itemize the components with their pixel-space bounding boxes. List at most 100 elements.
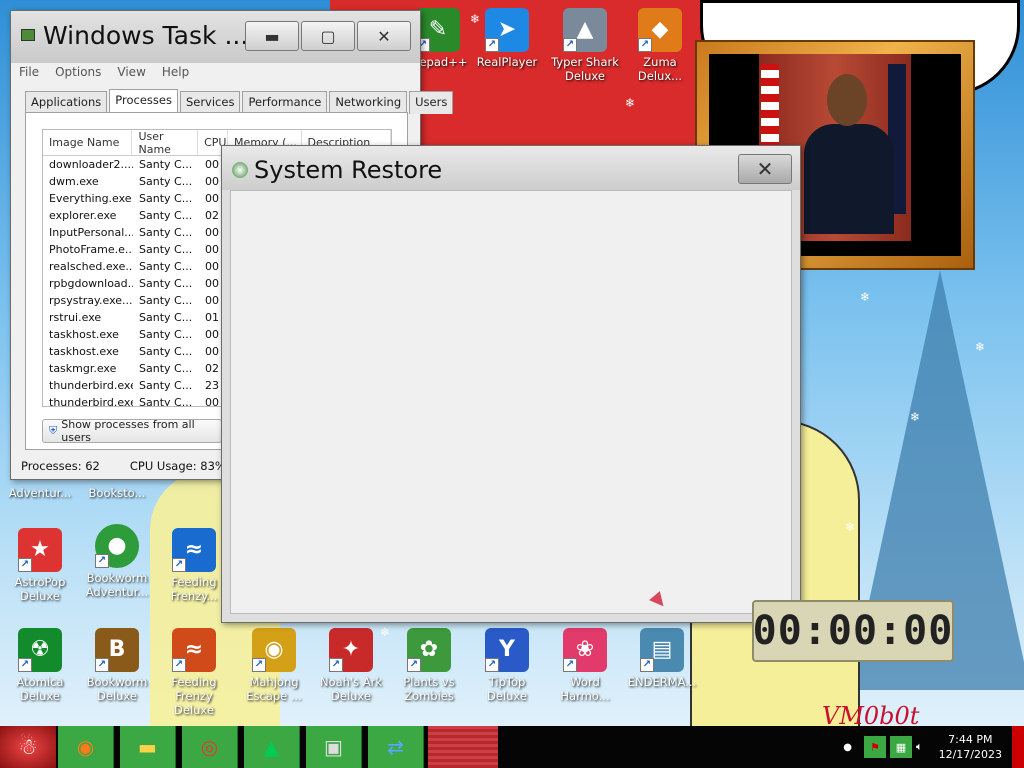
tab-processes[interactable]: Processes <box>109 89 178 112</box>
taskbar-chrome[interactable]: ◎ <box>182 726 238 768</box>
column-image-name[interactable]: Image Name <box>43 130 133 155</box>
clock-time: 7:44 PM <box>948 733 993 746</box>
taskbar-task-manager[interactable]: ▣ <box>306 726 362 768</box>
shield-icon: ⛨ <box>49 424 58 437</box>
table-cell: Santy C... <box>139 226 193 239</box>
desktop-icon-bookworm-deluxe[interactable]: B ↗ Bookworm Deluxe <box>77 628 157 703</box>
menu-bar: File Options View Help <box>19 65 189 79</box>
task-manager-titlebar[interactable]: Windows Task ... ▬ ▢ ✕ <box>11 11 420 63</box>
desktop-icon-realplayer[interactable]: ➤ ↗ RealPlayer <box>467 8 547 69</box>
table-cell: Santy C... <box>139 362 193 375</box>
tab-users[interactable]: Users <box>409 91 454 114</box>
system-restore-window[interactable]: System Restore ✕ <box>221 145 801 623</box>
desktop-icon-mahjong-escape[interactable]: ◉ ↗ Mahjong Escape ... <box>234 628 314 703</box>
menu-options[interactable]: Options <box>55 65 101 79</box>
cpu-usage: CPU Usage: 83% <box>129 459 226 473</box>
snowflake-icon: ❄ <box>860 290 871 304</box>
taskbar-explorer[interactable]: ▬ <box>120 726 176 768</box>
fish-icon: ≈ ↗ <box>172 528 216 572</box>
menu-file[interactable]: File <box>19 65 39 79</box>
table-cell: Santy C... <box>139 158 193 171</box>
close-button[interactable]: ✕ <box>738 154 792 184</box>
close-button[interactable]: ✕ <box>357 21 411 51</box>
taskbar-clock[interactable]: 7:44 PM 12/17/2023 <box>929 732 1012 762</box>
tree-icon: ▲ <box>263 735 280 759</box>
firefox-icon: ◉ <box>76 735 95 759</box>
desktop-icon-word-harmony[interactable]: ❀ ↗ Word Harmo... <box>545 628 625 703</box>
table-cell: rstrui.exe <box>49 311 102 324</box>
tab-networking[interactable]: Networking <box>329 91 408 114</box>
desktop-icon-noahs-ark[interactable]: ✦ ↗ Noah's Ark Deluxe <box>311 628 391 703</box>
taskbar: ☃ ◉ ▬ ◎ ▲ ▣ ⇄ ● ⚑ ▦ 🔈︎ 7:44 PM 12/17/202… <box>0 726 1024 768</box>
tab-applications[interactable]: Applications <box>25 91 108 114</box>
taskbar-xmas-tree[interactable]: ▲ <box>244 726 300 768</box>
table-cell: taskmgr.exe <box>49 362 117 375</box>
snowflake-icon: ❄ <box>910 410 921 424</box>
table-cell: Santy C... <box>139 209 193 222</box>
column-user-name[interactable]: User Name <box>132 130 199 156</box>
tab-performance[interactable]: Performance <box>242 91 328 114</box>
table-cell: Santy C... <box>139 277 193 290</box>
desktop-icon-bookstore-label[interactable]: Booksto... <box>77 486 157 500</box>
snowflake-icon: ❄ <box>625 96 636 110</box>
flag-icon[interactable]: ⚑ <box>863 736 886 758</box>
desktop-icon-feeding-frenzy-deluxe[interactable]: ≈ ↗ Feeding Frenzy Deluxe <box>154 628 234 717</box>
person-figure <box>804 124 894 234</box>
desktop-icon-typer-shark[interactable]: ▲ ↗ Typer Shark Deluxe <box>545 8 625 83</box>
atomica-icon: ☢ ↗ <box>18 628 62 672</box>
desktop-icon-zuma[interactable]: ◆ ↗ Zuma Delux... <box>620 8 700 83</box>
table-cell: PhotoFrame.e... <box>49 243 133 256</box>
snowflake-icon: ❄ <box>975 340 986 354</box>
desktop-icon-adventure-label[interactable]: Adventur... <box>0 486 80 500</box>
stopwatch-gadget[interactable]: 00:00:00 <box>752 600 954 662</box>
maximize-button[interactable]: ▢ <box>301 21 355 51</box>
system-restore-titlebar[interactable]: System Restore ✕ <box>222 146 800 190</box>
realplayer-icon: ➤ ↗ <box>485 8 529 52</box>
table-cell: Santy C... <box>139 243 193 256</box>
chrome-icon: ◎ <box>200 735 219 759</box>
snowflake-icon: ❄ <box>845 520 856 534</box>
system-restore-app-icon <box>232 162 248 178</box>
show-all-processes-button[interactable]: ⛨ Show processes from all users <box>42 418 222 444</box>
table-cell: thunderbird.exe <box>49 379 133 392</box>
table-cell: rpsystray.exe... <box>49 294 133 307</box>
santa-icon: ☃ <box>18 734 38 760</box>
process-count: Processes: 62 <box>21 459 100 473</box>
desktop-icon-bookworm-adventures[interactable]: ● ↗ Bookworm Adventur... <box>77 524 157 599</box>
task-manager-title: Windows Task ... <box>43 21 249 50</box>
zuma-icon: ◆ ↗ <box>638 8 682 52</box>
show-desktop-button[interactable] <box>1012 726 1024 768</box>
table-cell: Santy C... <box>139 260 193 273</box>
tab-services[interactable]: Services <box>179 91 241 114</box>
minimize-icon: ▬ <box>264 26 280 46</box>
astropop-icon: ★ ↗ <box>18 528 62 572</box>
desktop-icon-plants-vs-zombies[interactable]: ✿ ↗ Plants vs Zombies <box>389 628 469 703</box>
system-restore-content <box>230 190 792 614</box>
taskbar-empty-button[interactable] <box>428 726 498 768</box>
stopwatch-time: 00:00:00 <box>752 608 954 654</box>
start-button[interactable]: ☃ <box>0 726 56 768</box>
mahjong-icon: ◉ ↗ <box>252 628 296 672</box>
menu-view[interactable]: View <box>117 65 145 79</box>
desktop-icon-tiptop[interactable]: Y ↗ TipTop Deluxe <box>467 628 547 703</box>
desktop-icon-astropop[interactable]: ★ ↗ AstroPop Deluxe <box>0 528 80 603</box>
network-icon[interactable]: ▦ <box>889 736 912 758</box>
volume-icon[interactable]: 🔈︎ <box>916 740 923 754</box>
menu-help[interactable]: Help <box>162 65 189 79</box>
minimize-button[interactable]: ▬ <box>245 21 299 51</box>
table-cell: rpbgdownload... <box>49 277 133 290</box>
notepadpp-icon: ✎ ↗ <box>416 8 460 52</box>
book-icon: B ↗ <box>95 628 139 672</box>
cocktail-icon: Y ↗ <box>485 628 529 672</box>
table-cell: Santy C... <box>139 294 193 307</box>
table-cell: Santy C... <box>139 328 193 341</box>
close-icon: ✕ <box>756 157 774 181</box>
task-manager-app-icon <box>21 29 35 41</box>
fish-icon: ≈ ↗ <box>172 628 216 672</box>
desktop-icon-atomica[interactable]: ☢ ↗ Atomica Deluxe <box>0 628 80 703</box>
taskbar-system-restore[interactable]: ⇄ <box>368 726 424 768</box>
table-cell: realsched.exe... <box>49 260 133 273</box>
desktop-icon-enderman[interactable]: ▤ ↗ ENDERMA... <box>622 628 702 689</box>
taskbar-firefox[interactable]: ◉ <box>58 726 114 768</box>
table-cell: Everything.exe <box>49 192 132 205</box>
